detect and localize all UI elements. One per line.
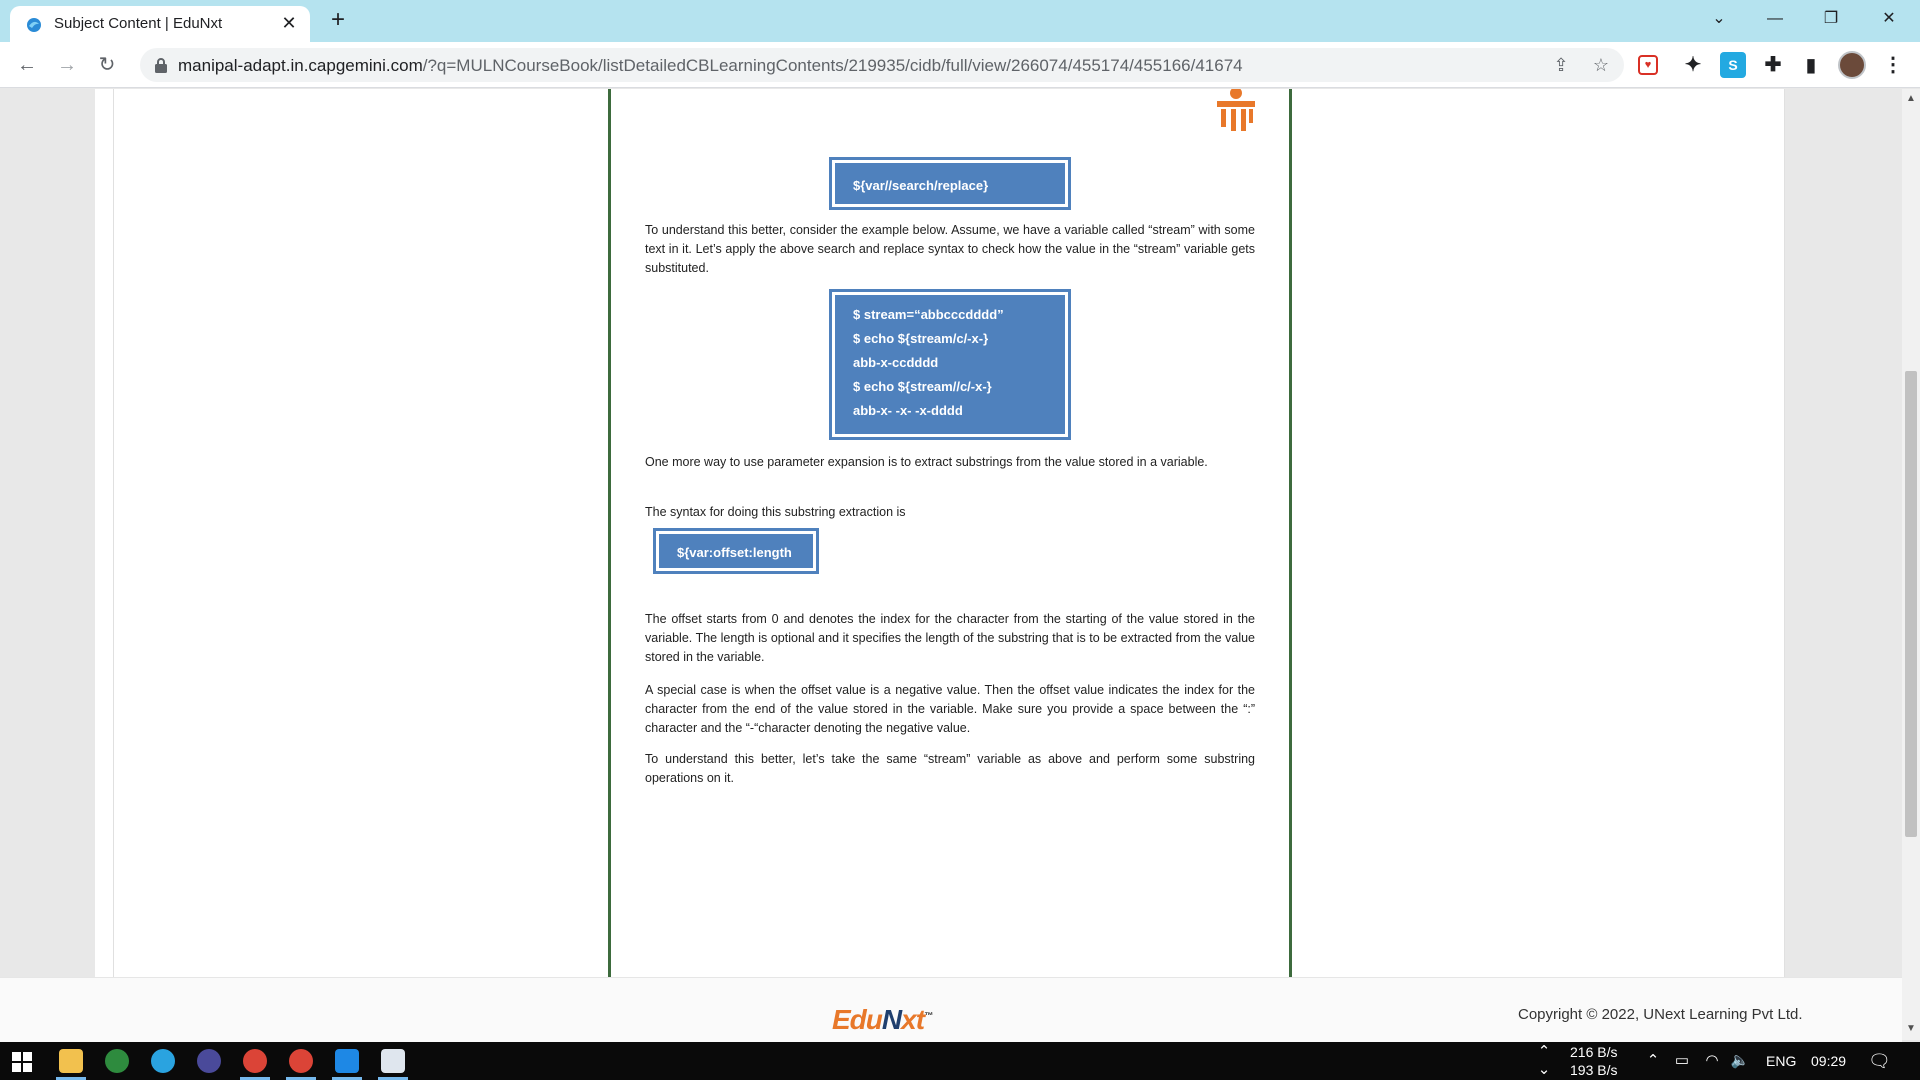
edunxt-favicon-icon — [27, 18, 41, 32]
pocket-extension-icon[interactable]: ♥ — [1638, 55, 1658, 75]
lock-icon — [155, 58, 167, 73]
tab-close-icon[interactable]: ✕ — [278, 12, 300, 34]
chrome-icon[interactable] — [243, 1049, 267, 1073]
telegram-icon[interactable] — [151, 1049, 175, 1073]
manipal-logo-icon — [1217, 89, 1255, 131]
code-line: ${var:offset:length — [677, 545, 792, 560]
back-arrow-icon[interactable]: ← — [12, 50, 42, 80]
code-box-offset-length: ${var:offset:length — [653, 528, 819, 574]
battery-icon[interactable]: ▭ — [1672, 1051, 1692, 1071]
bookmark-star-icon[interactable]: ☆ — [1590, 54, 1612, 76]
puzzle-extensions-icon[interactable]: ✚ — [1760, 52, 1786, 78]
profile-avatar[interactable] — [1838, 51, 1866, 79]
windows-start-icon[interactable] — [12, 1052, 32, 1072]
logo-tm: ™ — [924, 1010, 933, 1021]
edunxt-footer-logo[interactable]: EduNxt™ — [832, 1004, 933, 1036]
page-viewport: ${var//search/replace} To understand thi… — [0, 89, 1902, 977]
code-line: $ echo ${stream/c/-x-} — [853, 331, 989, 346]
paragraph-substring-intro: One more way to use parameter expansion … — [645, 455, 1208, 469]
chrome-profile-icon[interactable] — [289, 1049, 313, 1073]
close-window-button[interactable]: ✕ — [1866, 0, 1912, 38]
paragraph-substring-ops: To understand this better, let’s take th… — [645, 752, 1255, 785]
code-line: abb-x-ccdddd — [853, 355, 939, 370]
copyright-text: Copyright © 2022, UNext Learning Pvt Ltd… — [1518, 1006, 1803, 1023]
scroll-thumb[interactable] — [1905, 371, 1917, 837]
paragraph-example-intro: To understand this better, consider the … — [645, 223, 1255, 275]
scroll-up-arrow-icon[interactable]: ▲ — [1905, 93, 1917, 105]
net-up-arrow-icon: ⌃ — [1537, 1043, 1551, 1060]
code-line: $ stream=“abbcccdddd” — [853, 307, 1004, 322]
menu-kebab-icon[interactable]: ⋮ — [1880, 52, 1906, 78]
share-icon[interactable]: ⇪ — [1550, 54, 1572, 76]
language-indicator[interactable]: ENG — [1766, 1053, 1796, 1069]
tab-strip: Subject Content | EduNxt ✕ + ⌄ — ❐ ✕ — [0, 0, 1920, 42]
paragraph-negative-offset: A special case is when the offset value … — [645, 683, 1255, 735]
network-download-speed: 193 B/s — [1570, 1062, 1618, 1078]
notifications-icon[interactable]: 🗨 — [1868, 1051, 1891, 1071]
volume-icon[interactable]: 🔈 — [1730, 1051, 1750, 1071]
windows-taskbar: ⌃ ⌄ 216 B/s 193 B/s ⌃ ▭ ◠ 🔈 ENG 09:29 🗨 — [0, 1042, 1920, 1080]
file-explorer-icon[interactable] — [59, 1049, 83, 1073]
side-panel-icon[interactable]: ▮ — [1798, 52, 1824, 78]
code-box-search-replace: ${var//search/replace} — [829, 157, 1071, 210]
extension-dark-icon[interactable]: ✦ — [1680, 52, 1706, 78]
browser-toolbar: ← → ↻ manipal-adapt.in.capgemini.com/?q=… — [0, 42, 1920, 88]
address-bar[interactable]: manipal-adapt.in.capgemini.com/?q=MULNCo… — [140, 48, 1624, 82]
code-box-stream-example: $ stream=“abbcccdddd” $ echo ${stream/c/… — [829, 289, 1071, 440]
tab-search-icon[interactable]: ⌄ — [1696, 0, 1742, 38]
tab-title: Subject Content | EduNxt — [54, 15, 223, 32]
minimize-button[interactable]: — — [1752, 0, 1798, 38]
new-tab-button[interactable]: + — [324, 7, 352, 35]
url-path: /?q=MULNCourseBook/listDetailedCBLearnin… — [422, 56, 1243, 75]
logo-xt: xt — [901, 1004, 925, 1035]
document-page: ${var//search/replace} To understand thi… — [608, 89, 1292, 977]
paragraph-syntax-label: The syntax for doing this substring extr… — [645, 505, 906, 519]
forward-arrow-icon[interactable]: → — [52, 50, 82, 80]
paragraph-offset-explanation: The offset starts from 0 and denotes the… — [645, 612, 1255, 664]
restore-button[interactable]: ❐ — [1808, 0, 1854, 38]
url-text[interactable]: manipal-adapt.in.capgemini.com/?q=MULNCo… — [178, 56, 1243, 76]
network-upload-speed: 216 B/s — [1570, 1044, 1618, 1060]
code-line: ${var//search/replace} — [853, 178, 989, 193]
vscode-icon[interactable] — [335, 1049, 359, 1073]
reload-icon[interactable]: ↻ — [92, 50, 122, 80]
code-line: $ echo ${stream//c/-x-} — [853, 379, 992, 394]
url-host: manipal-adapt.in.capgemini.com — [178, 56, 423, 75]
wifi-icon[interactable]: ◠ — [1702, 1051, 1722, 1071]
logo-n: N — [881, 1004, 902, 1035]
tray-overflow-icon[interactable]: ⌃ — [1643, 1051, 1663, 1071]
app-purple-icon[interactable] — [197, 1049, 221, 1073]
scroll-down-arrow-icon[interactable]: ▼ — [1905, 1023, 1917, 1035]
photos-app-icon[interactable] — [381, 1049, 405, 1073]
site-footer: EduNxt™ Copyright © 2022, UNext Learning… — [0, 977, 1902, 1042]
net-down-arrow-icon: ⌄ — [1537, 1061, 1551, 1078]
tab-subject-content[interactable]: Subject Content | EduNxt ✕ — [10, 6, 310, 42]
page-scrollbar[interactable]: ▲ ▼ — [1902, 89, 1920, 1040]
code-line: abb-x- -x- -x-dddd — [853, 403, 963, 418]
logo-edu: Edu — [832, 1004, 883, 1035]
s-extension-icon[interactable]: S — [1720, 52, 1746, 78]
green-app-icon[interactable] — [105, 1049, 129, 1073]
clock-time[interactable]: 09:29 — [1811, 1053, 1846, 1069]
